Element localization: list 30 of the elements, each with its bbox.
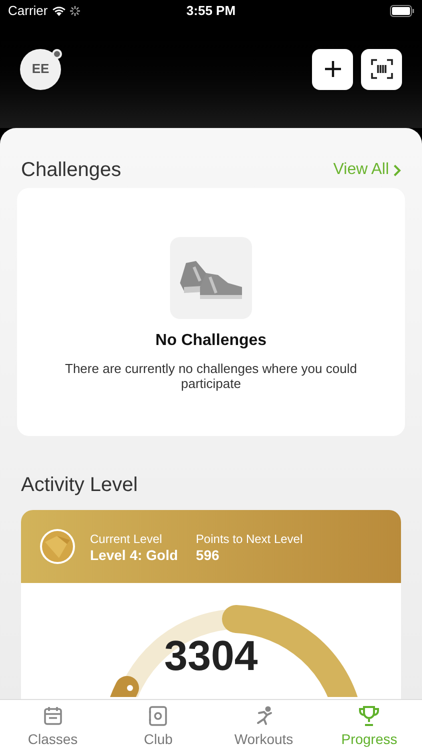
points-value: 3304 (164, 635, 258, 681)
current-level-label: Current Level (90, 530, 164, 546)
chevron-right-icon (393, 164, 401, 176)
sneakers-icon (170, 237, 252, 319)
empty-state-title: No Challenges (155, 331, 267, 351)
scan-button[interactable] (361, 48, 402, 90)
current-level-value: Level 4: Gold (90, 546, 178, 562)
section-title: Challenges (21, 158, 122, 183)
calendar-icon (42, 705, 64, 727)
tab[interactable]: Workouts (211, 700, 316, 750)
empty-state-text: There are currently no challenges where you could participate (64, 361, 358, 391)
safe-icon (147, 705, 170, 727)
medal-icon (39, 528, 76, 565)
tab[interactable]: Progress (316, 700, 422, 750)
avatar[interactable]: EE (20, 48, 61, 90)
next-level-label: Points to Next Level (196, 530, 303, 546)
barcode-scan-icon (370, 59, 392, 79)
tab[interactable]: Club (106, 700, 211, 750)
trophy-icon (358, 705, 380, 727)
carrier-text: Carrier (8, 2, 48, 20)
next-level-value: 596 (196, 546, 220, 562)
section-title: Activity Level (20, 473, 139, 498)
view-all-link[interactable]: View All (333, 158, 401, 182)
add-button[interactable] (312, 48, 353, 90)
spinner-icon (70, 6, 80, 16)
battery-icon (390, 5, 414, 17)
tab[interactable]: Classes (0, 700, 106, 750)
wifi-icon (52, 6, 66, 16)
clock-text: 3:55 PM (186, 2, 236, 20)
plus-icon (324, 60, 342, 78)
